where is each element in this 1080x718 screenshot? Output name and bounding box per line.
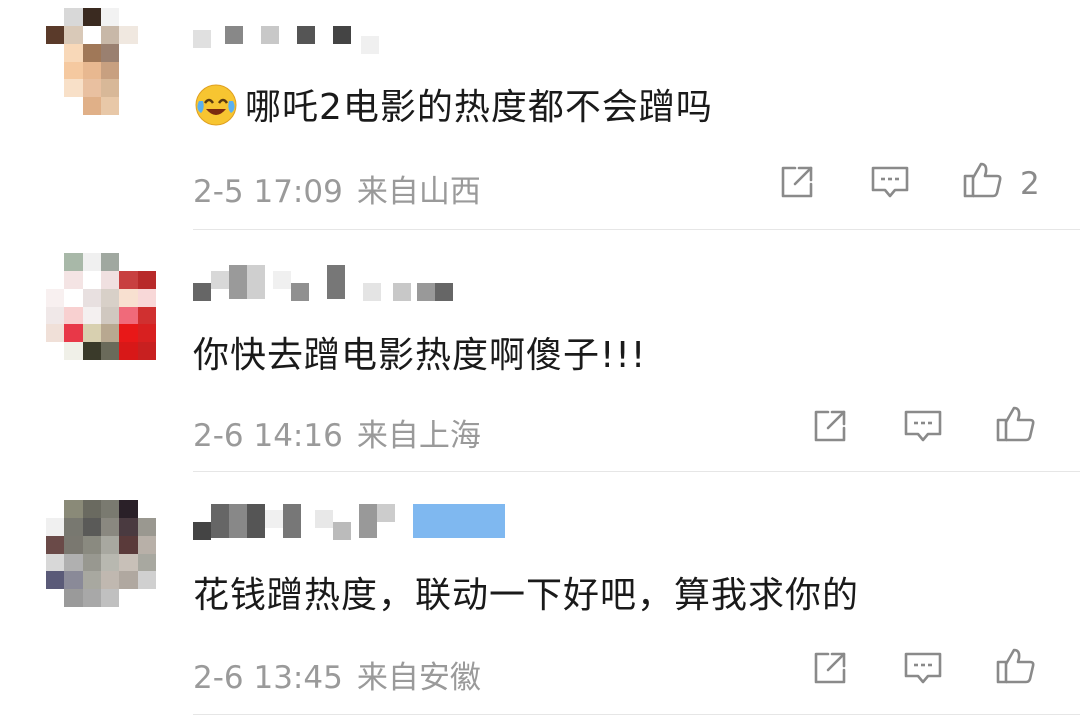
like-count: 2 xyxy=(1020,166,1040,202)
comment-text-content: 你快去蹭电影热度啊傻子!!! xyxy=(193,335,647,376)
reply-button[interactable] xyxy=(901,404,945,448)
share-button[interactable] xyxy=(808,646,852,690)
share-button[interactable] xyxy=(808,404,852,448)
comment-meta: 2-5 17:09 来自山西 xyxy=(193,166,481,211)
share-button[interactable] xyxy=(775,160,819,204)
comment-time: 2-6 13:45 xyxy=(193,660,343,696)
verified-badge xyxy=(413,504,505,538)
share-icon xyxy=(814,410,846,442)
comment-text: 花钱蹭热度，联动一下好吧，算我求你的 xyxy=(193,566,859,618)
like-icon xyxy=(996,406,1035,442)
comment-icon xyxy=(904,652,942,684)
comment-text-content: 哪吒2电影的热度都不会蹭吗 xyxy=(245,87,713,128)
divider xyxy=(193,471,1080,472)
comment-text: 你快去蹭电影热度啊傻子!!! xyxy=(193,326,646,378)
share-icon xyxy=(781,166,813,198)
share-icon xyxy=(814,652,846,684)
username-pixelated[interactable] xyxy=(193,26,379,54)
comment-time: 2-6 14:16 xyxy=(193,418,343,454)
avatar[interactable] xyxy=(46,8,156,133)
divider xyxy=(193,714,1080,715)
divider xyxy=(193,229,1080,230)
comment-icon xyxy=(871,166,909,198)
reply-button[interactable] xyxy=(901,646,945,690)
username-pixelated[interactable] xyxy=(193,504,505,540)
comment-location: 来自山西 xyxy=(356,174,481,210)
reply-button[interactable] xyxy=(868,160,912,204)
avatar[interactable] xyxy=(46,500,156,625)
comment-text: 哪吒2电影的热度都不会蹭吗 xyxy=(193,78,713,130)
comment-location: 来自上海 xyxy=(356,418,481,454)
comment-location: 来自安徽 xyxy=(356,660,481,696)
like-icon xyxy=(963,162,1002,198)
comment-meta: 2-6 13:45 来自安徽 xyxy=(193,652,481,697)
comment-icon xyxy=(904,410,942,442)
like-button[interactable] xyxy=(994,644,1038,688)
comment-meta: 2-6 14:16 来自上海 xyxy=(193,410,481,455)
like-icon xyxy=(996,648,1035,684)
like-button[interactable] xyxy=(994,402,1038,446)
laughing-crying-emoji-icon xyxy=(195,84,237,126)
comment-time: 2-5 17:09 xyxy=(193,174,343,210)
username-pixelated[interactable] xyxy=(193,265,453,301)
avatar[interactable] xyxy=(46,253,156,378)
comment-text-content: 花钱蹭热度，联动一下好吧，算我求你的 xyxy=(193,575,860,616)
like-button[interactable] xyxy=(961,158,1005,202)
